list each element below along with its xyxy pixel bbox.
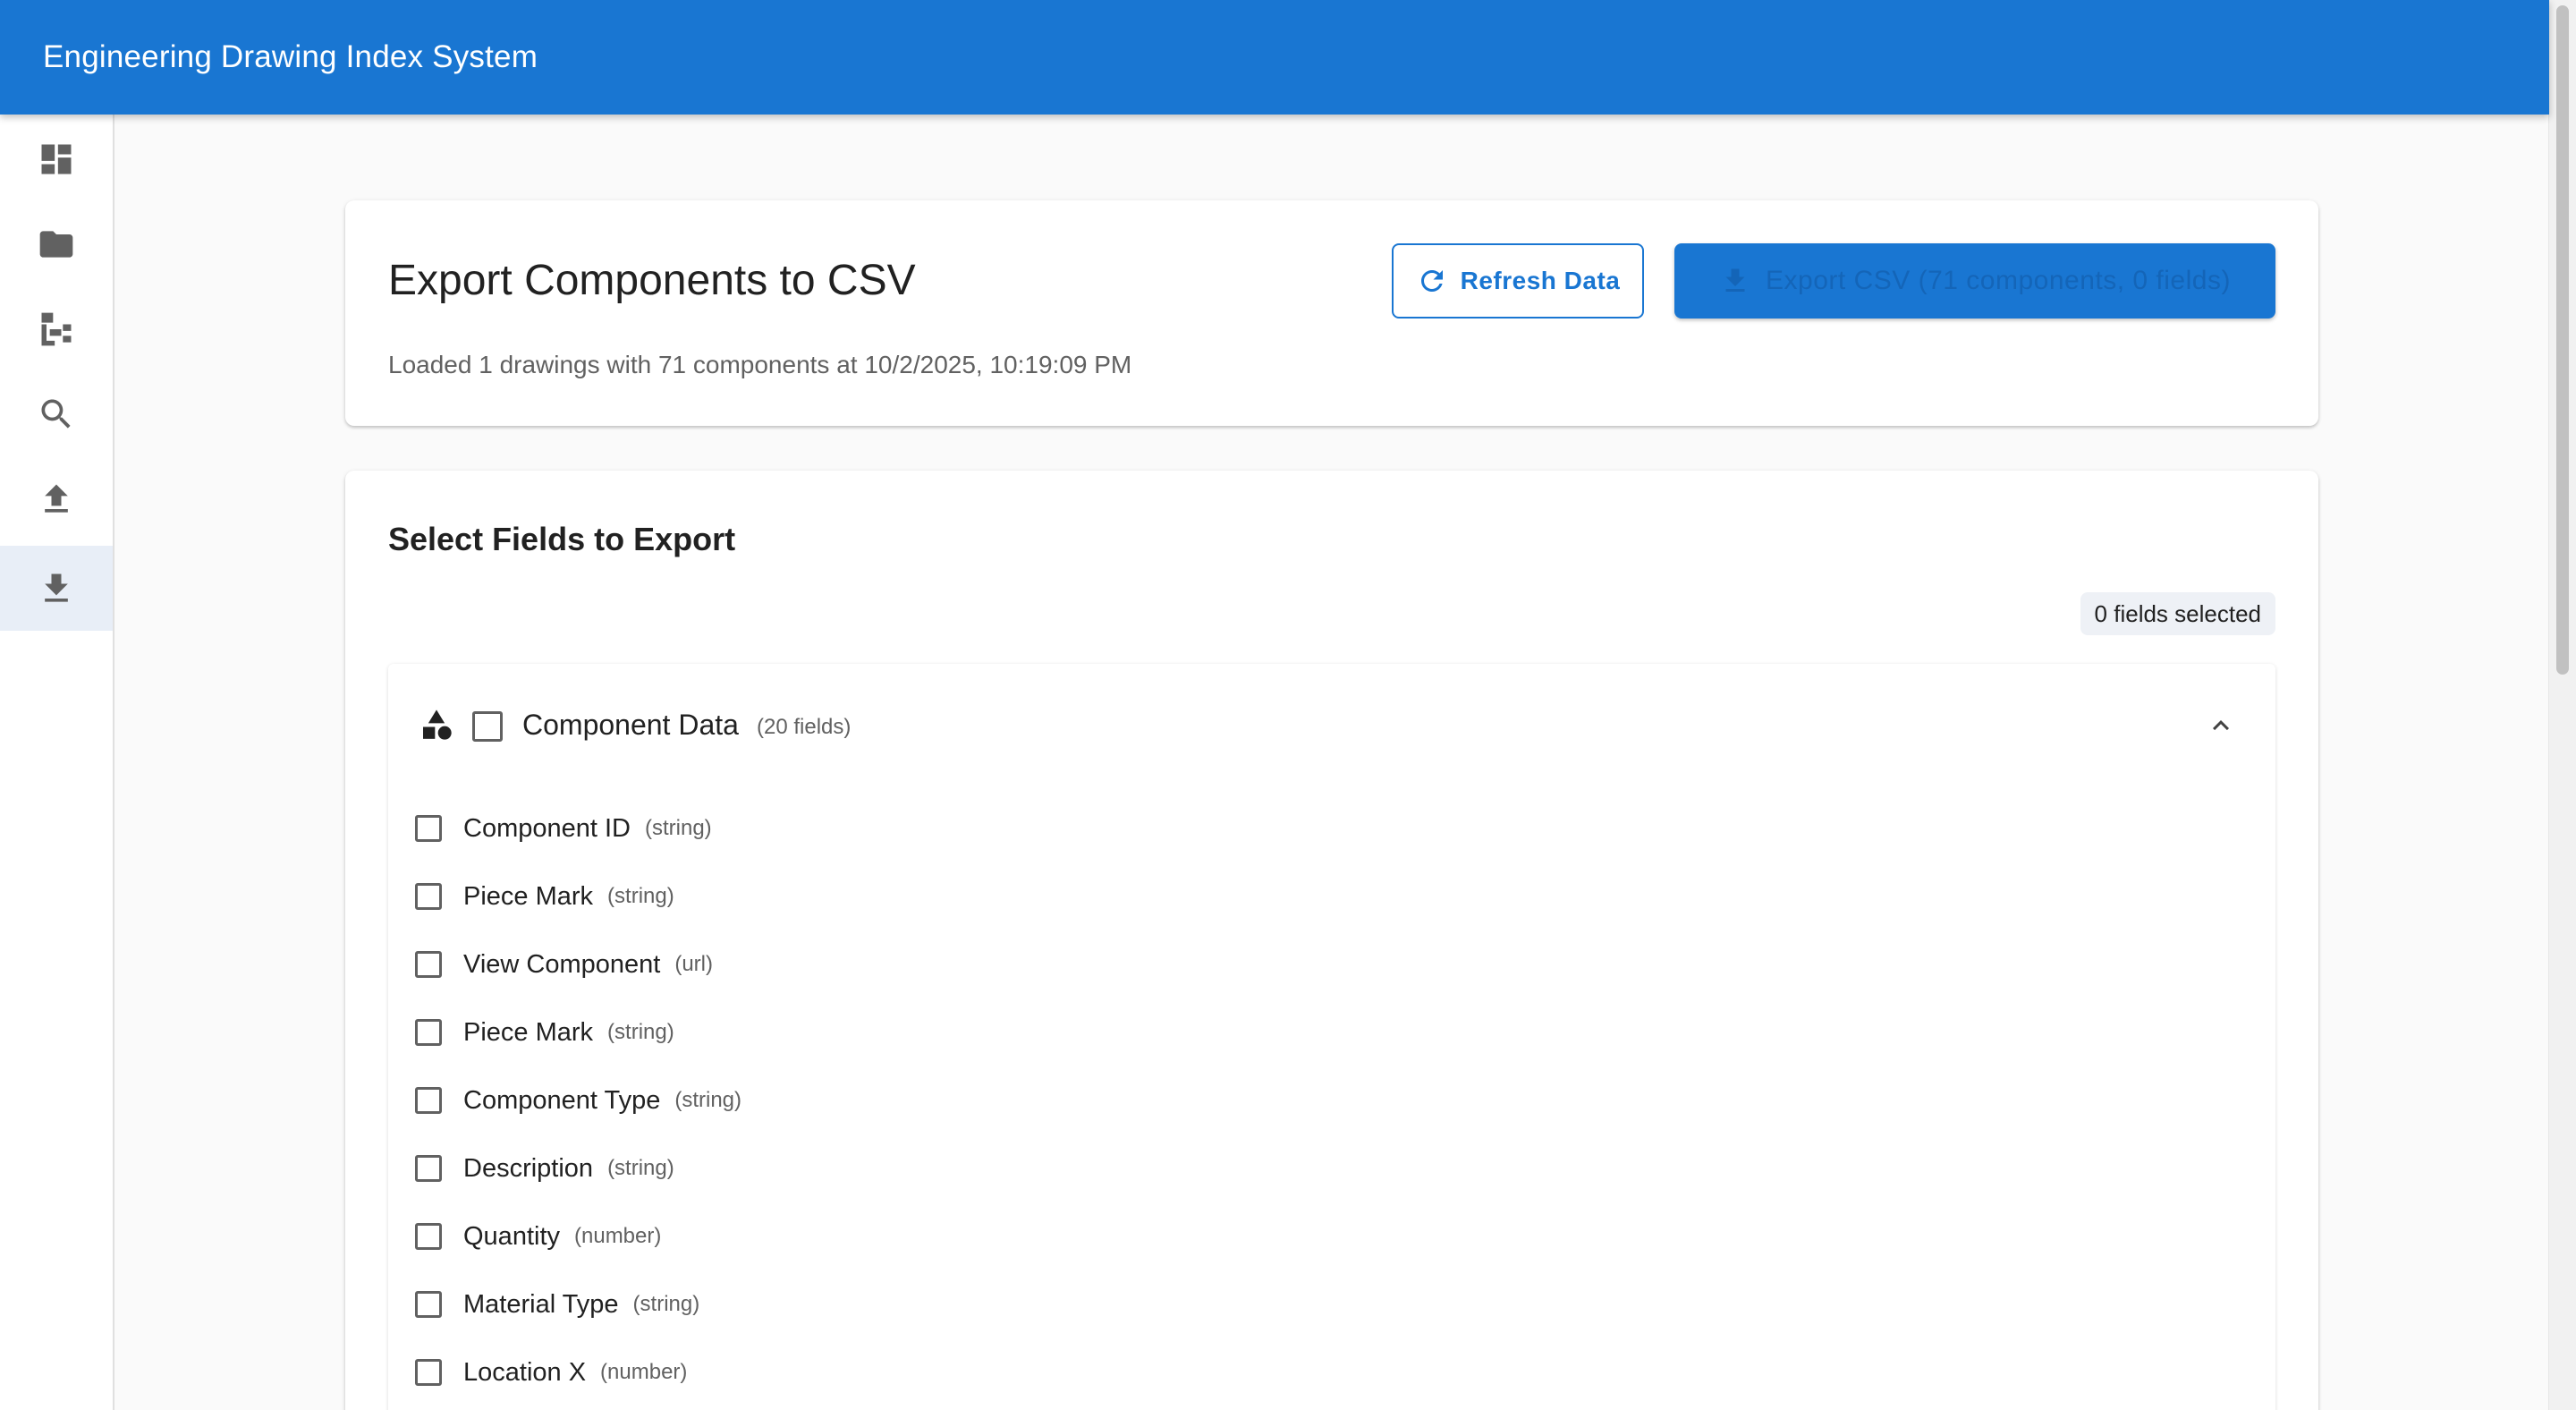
download-icon bbox=[45, 573, 68, 602]
field-row[interactable]: View Component (url) bbox=[415, 938, 713, 991]
selected-count-badge: 0 fields selected bbox=[2080, 592, 2275, 635]
field-name: Component Type bbox=[463, 1085, 661, 1115]
field-row[interactable]: Component ID (string) bbox=[415, 802, 712, 855]
sidebar-item-folders[interactable] bbox=[0, 201, 113, 286]
refresh-data-button[interactable]: Refresh Data bbox=[1392, 243, 1644, 319]
field-checkbox[interactable] bbox=[415, 815, 442, 842]
field-checkbox[interactable] bbox=[415, 1087, 442, 1114]
field-row[interactable]: Component Type (string) bbox=[415, 1074, 741, 1127]
upload-icon bbox=[45, 484, 68, 513]
page-scrollbar[interactable] bbox=[2548, 0, 2576, 1410]
field-checkbox[interactable] bbox=[415, 1019, 442, 1046]
field-type: (string) bbox=[607, 1020, 674, 1044]
field-type: (url) bbox=[674, 952, 713, 976]
field-checkbox[interactable] bbox=[415, 951, 442, 978]
group-select-all-checkbox[interactable] bbox=[472, 711, 503, 742]
field-row[interactable]: Material Type (string) bbox=[415, 1278, 699, 1331]
category-icon bbox=[419, 707, 454, 743]
field-checkbox[interactable] bbox=[415, 883, 442, 910]
export-csv-button[interactable]: Export CSV (71 components, 0 fields) bbox=[1674, 243, 2275, 319]
export-header-card: Export Components to CSV Loaded 1 drawin… bbox=[345, 200, 2318, 426]
field-name: View Component bbox=[463, 949, 661, 979]
field-group-header[interactable]: Component Data (20 fields) bbox=[388, 664, 2275, 787]
sidebar-item-upload[interactable] bbox=[0, 456, 113, 541]
field-type: (string) bbox=[674, 1088, 742, 1112]
field-checkbox[interactable] bbox=[415, 1359, 442, 1386]
section-title: Select Fields to Export bbox=[388, 521, 736, 557]
sidebar-item-dashboard[interactable] bbox=[0, 116, 113, 201]
sidebar-item-hierarchy[interactable] bbox=[0, 286, 113, 371]
field-checkbox[interactable] bbox=[415, 1223, 442, 1250]
field-type: (number) bbox=[600, 1360, 688, 1384]
refresh-data-label: Refresh Data bbox=[1460, 267, 1621, 294]
field-name: Quantity bbox=[463, 1221, 560, 1251]
field-type: (string) bbox=[607, 884, 674, 908]
app-root: Engineering Drawing Index System Export … bbox=[0, 0, 2576, 1410]
field-row[interactable]: Location X (number) bbox=[415, 1346, 687, 1399]
folder-icon bbox=[39, 230, 73, 258]
field-type: (string) bbox=[607, 1156, 674, 1180]
field-row[interactable]: Description (string) bbox=[415, 1142, 674, 1195]
field-group-component-data: Component Data (20 fields) Component ID … bbox=[388, 664, 2275, 1410]
sidebar-item-search[interactable] bbox=[0, 371, 113, 456]
field-name: Component ID bbox=[463, 813, 631, 843]
field-name: Description bbox=[463, 1153, 594, 1183]
download-icon bbox=[1725, 268, 1745, 292]
chevron-up-icon bbox=[2213, 720, 2229, 731]
sidebar bbox=[0, 115, 114, 1410]
field-type: (number) bbox=[574, 1224, 662, 1248]
field-checkbox[interactable] bbox=[415, 1291, 442, 1318]
field-name: Piece Mark bbox=[463, 881, 594, 911]
export-csv-label: Export CSV (71 components, 0 fields) bbox=[1766, 266, 2231, 295]
dashboard-icon bbox=[41, 144, 72, 174]
field-name: Piece Mark bbox=[463, 1017, 594, 1047]
scrollbar-thumb[interactable] bbox=[2556, 5, 2569, 675]
app-bar: Engineering Drawing Index System bbox=[0, 0, 2549, 115]
field-selection-card: Select Fields to Export 0 fields selecte… bbox=[345, 471, 2318, 1410]
field-row[interactable]: Quantity (number) bbox=[415, 1210, 661, 1263]
field-name: Location X bbox=[463, 1357, 587, 1387]
group-field-count: (20 fields) bbox=[757, 715, 852, 739]
field-name: Material Type bbox=[463, 1289, 619, 1319]
load-status-text: Loaded 1 drawings with 71 components at … bbox=[388, 351, 1132, 378]
field-type: (string) bbox=[632, 1292, 700, 1316]
app-title: Engineering Drawing Index System bbox=[43, 39, 538, 74]
field-type: (string) bbox=[645, 816, 712, 840]
page-title: Export Components to CSV bbox=[388, 257, 916, 304]
field-row[interactable]: Piece Mark (string) bbox=[415, 1006, 674, 1059]
hierarchy-icon bbox=[41, 312, 72, 345]
field-row[interactable]: Piece Mark (string) bbox=[415, 870, 674, 923]
collapse-group-button[interactable] bbox=[2202, 707, 2240, 744]
field-checkbox[interactable] bbox=[415, 1155, 442, 1182]
group-title: Component Data bbox=[522, 709, 739, 741]
search-icon bbox=[41, 399, 71, 429]
refresh-icon bbox=[1420, 270, 1443, 292]
sidebar-item-export[interactable] bbox=[0, 546, 113, 631]
